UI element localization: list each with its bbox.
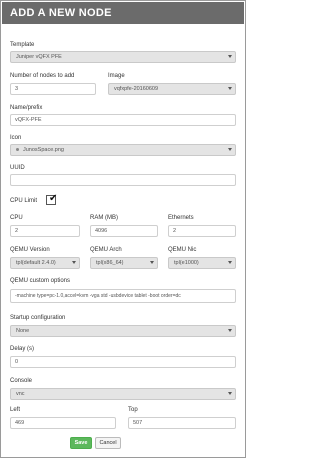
image-value: vqfxpfe-20160609 bbox=[114, 86, 159, 92]
node-icon bbox=[16, 148, 19, 152]
icon-label: Icon bbox=[10, 135, 22, 141]
chevron-down-icon bbox=[72, 261, 76, 264]
qemu-version-label: QEMU Version bbox=[10, 247, 50, 253]
image-label: Image bbox=[108, 73, 125, 79]
name-label: Name/prefix bbox=[10, 105, 43, 111]
add-node-dialog: ADD A NEW NODE Template Juniper vQFX PFE… bbox=[0, 0, 246, 458]
cpu-field[interactable]: 2 bbox=[10, 225, 80, 237]
ethernets-field[interactable]: 2 bbox=[168, 225, 236, 237]
icon-value: JunosSpace.png bbox=[23, 147, 64, 153]
cpu-limit-label: CPU Limit bbox=[10, 198, 38, 204]
qemu-version-select[interactable]: tpl(default 2.4.0) bbox=[10, 257, 80, 269]
left-field[interactable]: 469 bbox=[10, 417, 116, 429]
template-value: Juniper vQFX PFE bbox=[16, 54, 62, 60]
uuid-field[interactable] bbox=[10, 174, 236, 186]
qemu-options-field[interactable]: -machine type=pc-1.0,accel=kvm -vga std … bbox=[10, 289, 236, 303]
qemu-nic-select[interactable]: tpl(e1000) bbox=[168, 257, 236, 269]
ethernets-label: Ethernets bbox=[168, 215, 194, 221]
checkmark-icon: ✔ bbox=[49, 193, 58, 204]
ram-field[interactable]: 4096 bbox=[90, 225, 158, 237]
chevron-down-icon bbox=[150, 261, 154, 264]
cancel-button[interactable]: Cancel bbox=[95, 437, 121, 449]
console-value: vnc bbox=[16, 391, 25, 397]
qemu-nic-label: QEMU Nic bbox=[168, 247, 197, 253]
chevron-down-icon bbox=[228, 261, 232, 264]
qemu-arch-value: tpl(x86_64) bbox=[96, 260, 124, 266]
image-select[interactable]: vqfxpfe-20160609 bbox=[108, 83, 236, 95]
qemu-nic-value: tpl(e1000) bbox=[174, 260, 199, 266]
qemu-options-label: QEMU custom options bbox=[10, 278, 71, 284]
chevron-down-icon bbox=[228, 148, 232, 151]
chevron-down-icon bbox=[228, 55, 232, 58]
template-label: Template bbox=[10, 42, 35, 48]
icon-select[interactable]: JunosSpace.png bbox=[10, 144, 236, 156]
top-field[interactable]: 507 bbox=[128, 417, 236, 429]
chevron-down-icon bbox=[228, 87, 232, 90]
qemu-arch-label: QEMU Arch bbox=[90, 247, 122, 253]
nodes-count-field[interactable]: 3 bbox=[10, 83, 96, 95]
ram-label: RAM (MB) bbox=[90, 215, 118, 221]
template-select[interactable]: Juniper vQFX PFE bbox=[10, 51, 236, 63]
delay-label: Delay (s) bbox=[10, 346, 35, 352]
cpu-label: CPU bbox=[10, 215, 23, 221]
chevron-down-icon bbox=[228, 329, 232, 332]
delay-field[interactable]: 0 bbox=[10, 356, 236, 368]
uuid-label: UUID bbox=[10, 165, 25, 171]
nodes-label: Number of nodes to add bbox=[10, 73, 75, 79]
startup-value: None bbox=[16, 328, 30, 334]
startup-config-select[interactable]: None bbox=[10, 325, 236, 337]
dialog-title: ADD A NEW NODE bbox=[10, 7, 112, 19]
startup-label: Startup configuration bbox=[10, 315, 66, 321]
qemu-arch-select[interactable]: tpl(x86_64) bbox=[90, 257, 158, 269]
cpu-limit-checkbox[interactable]: ✔ bbox=[46, 193, 58, 205]
chevron-down-icon bbox=[228, 392, 232, 395]
dialog-header: ADD A NEW NODE bbox=[2, 2, 244, 24]
qemu-version-value: tpl(default 2.4.0) bbox=[16, 260, 56, 266]
name-field[interactable]: vQFX-PFE bbox=[10, 114, 236, 126]
console-select[interactable]: vnc bbox=[10, 388, 236, 400]
save-button[interactable]: Save bbox=[70, 437, 92, 449]
left-label: Left bbox=[10, 407, 21, 413]
console-label: Console bbox=[10, 378, 33, 384]
top-label: Top bbox=[128, 407, 138, 413]
